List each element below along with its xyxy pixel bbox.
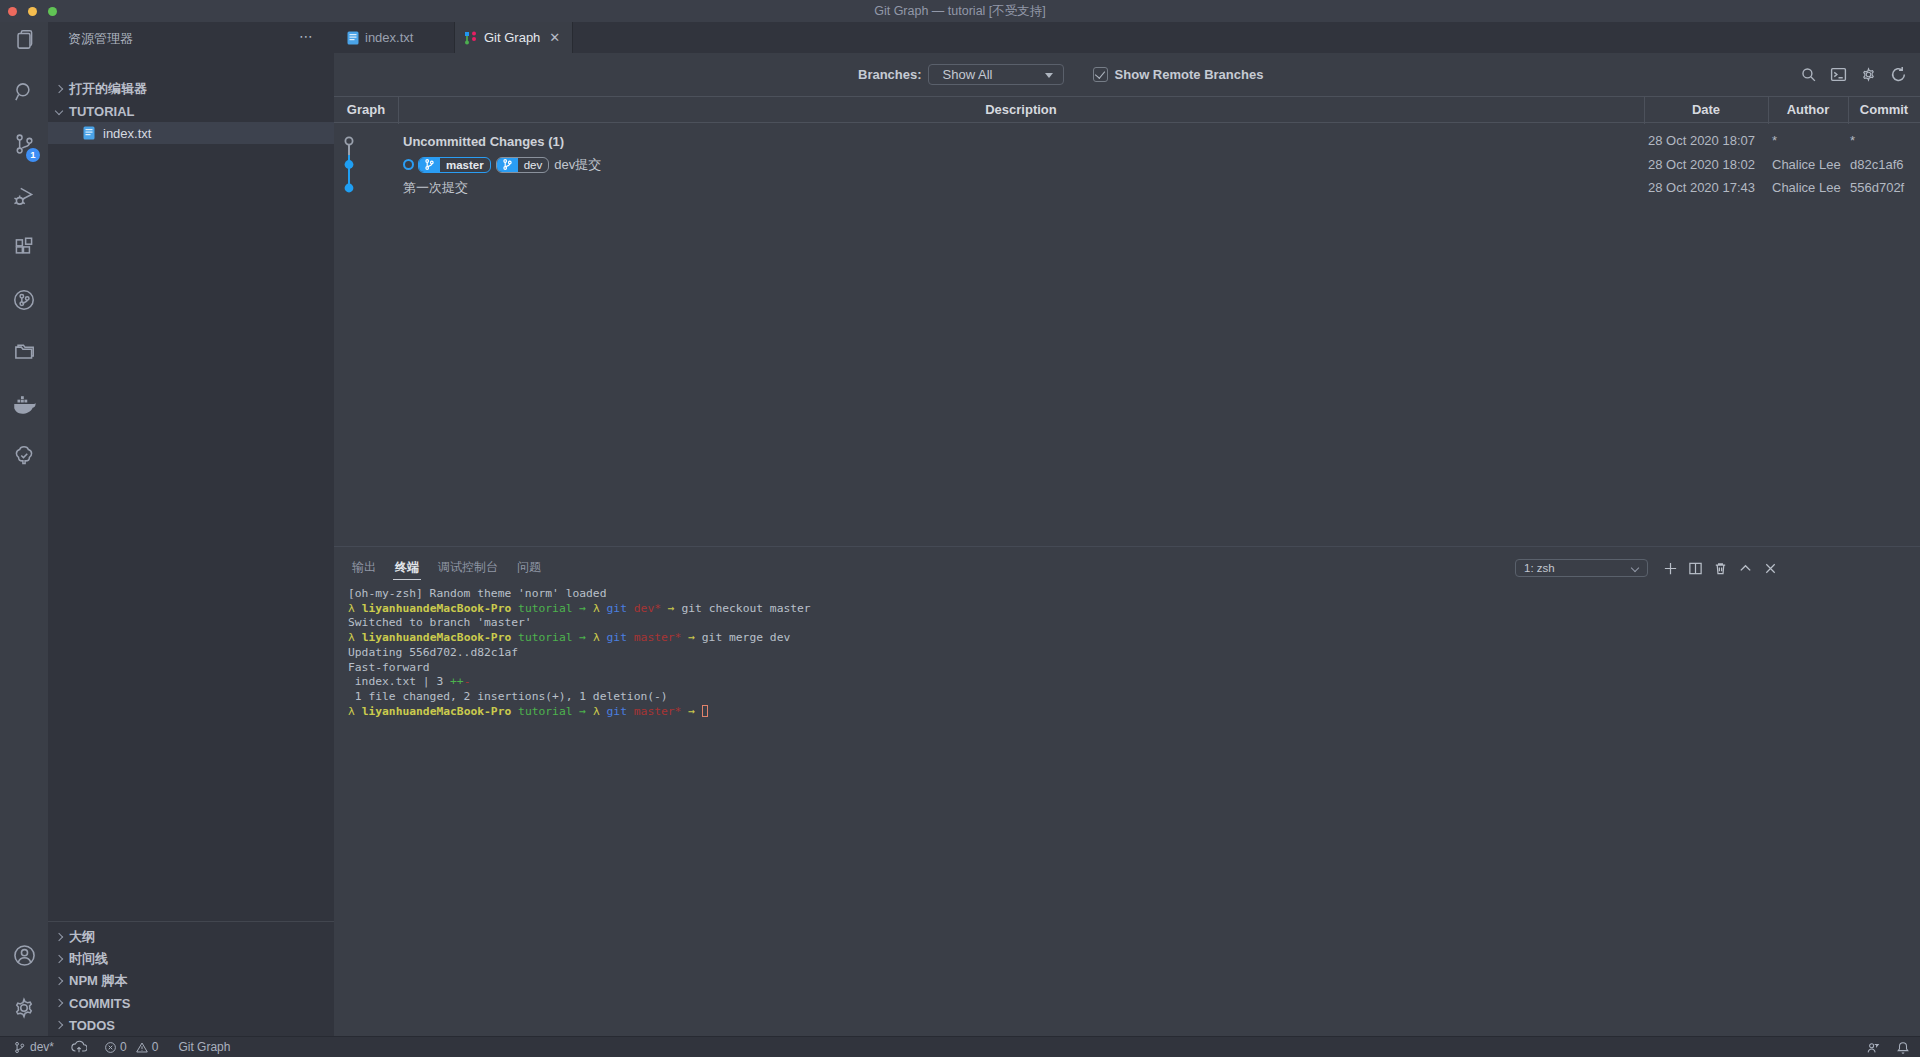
terminal-line: λ liyanhuandeMacBook-Pro tutorial → λ gi… bbox=[348, 631, 811, 646]
terminal-icon[interactable] bbox=[1830, 66, 1847, 83]
folders-icon[interactable] bbox=[0, 334, 48, 370]
more-actions-icon[interactable]: ⋯ bbox=[299, 22, 314, 53]
new-terminal-icon[interactable] bbox=[1663, 561, 1678, 576]
problems-status[interactable]: 0 0 bbox=[104, 1040, 158, 1054]
maximize-panel-icon[interactable] bbox=[1738, 561, 1753, 576]
kill-terminal-icon[interactable] bbox=[1713, 561, 1728, 576]
terminal-line: index.txt | 3 ++- bbox=[348, 675, 811, 690]
column-commit[interactable]: Commit bbox=[1848, 97, 1920, 124]
git-branch-icon bbox=[13, 1041, 26, 1054]
terminal-picker[interactable]: 1: zsh bbox=[1515, 559, 1648, 577]
tab-output[interactable]: 输出 bbox=[352, 549, 376, 585]
section-timeline[interactable]: 时间线 bbox=[48, 948, 334, 970]
terminal-line: λ liyanhuandeMacBook-Pro tutorial → λ gi… bbox=[348, 705, 811, 720]
column-date[interactable]: Date bbox=[1644, 97, 1768, 124]
close-panel-icon[interactable] bbox=[1763, 561, 1778, 576]
sidebar-bottom-sections bbox=[48, 921, 334, 922]
row-first-commit[interactable]: 第一次提交 28 Oct 2020 17:43 Chalice Lee 556d… bbox=[334, 176, 1920, 200]
split-terminal-icon[interactable] bbox=[1688, 561, 1703, 576]
feedback-icon[interactable] bbox=[1865, 1041, 1880, 1055]
branch-icon bbox=[497, 157, 518, 173]
terminal-line: Fast-forward bbox=[348, 661, 811, 676]
activity-bar: 1 bbox=[0, 22, 48, 1036]
git-graph-table-header: Graph Description Date Author Commit bbox=[334, 96, 1920, 123]
window-title: Git Graph — tutorial [不受支持] bbox=[0, 0, 1920, 22]
section-commits[interactable]: COMMITS bbox=[48, 992, 334, 1014]
source-control-icon[interactable]: 1 bbox=[0, 126, 48, 162]
git-graph-actions bbox=[1800, 53, 1907, 96]
explorer-icon[interactable] bbox=[0, 22, 48, 58]
editor-area: index.txt Git Graph ✕ Branches: Show All… bbox=[334, 22, 1920, 1036]
row-uncommitted[interactable]: Uncommitted Changes (1) 28 Oct 2020 18:0… bbox=[334, 129, 1920, 153]
bottom-panel: 输出 终端 调试控制台 问题 1: zsh [oh-my-zsh] Random… bbox=[334, 546, 1920, 1036]
panel-tabs: 输出 终端 调试控制台 问题 bbox=[352, 549, 560, 585]
tab-terminal[interactable]: 终端 bbox=[395, 549, 419, 585]
tab-bar: index.txt Git Graph ✕ bbox=[334, 22, 1920, 53]
tab-problems[interactable]: 问题 bbox=[517, 549, 541, 585]
terminal-line: Updating 556d702..d82c1af bbox=[348, 646, 811, 661]
sidebar-title: 资源管理器 bbox=[68, 31, 133, 46]
row-dev-commit[interactable]: master dev dev提交 28 Oct 2020 18:02 Chali… bbox=[334, 153, 1920, 177]
branch-chip-master[interactable]: master bbox=[418, 157, 491, 173]
section-outline[interactable]: 大纲 bbox=[48, 926, 334, 948]
column-description[interactable]: Description bbox=[398, 97, 1644, 124]
folder-tutorial[interactable]: TUTORIAL bbox=[48, 100, 334, 122]
file-icon bbox=[83, 126, 95, 140]
terminal-line: Switched to branch 'master' bbox=[348, 616, 811, 631]
git-history-icon[interactable] bbox=[0, 282, 48, 318]
settings-gear-icon[interactable] bbox=[0, 990, 48, 1026]
refresh-icon[interactable] bbox=[1890, 66, 1907, 83]
close-tab-icon[interactable]: ✕ bbox=[549, 30, 560, 45]
tab-index-txt[interactable]: index.txt bbox=[334, 22, 455, 53]
file-icon bbox=[347, 31, 359, 45]
todo-tree-icon[interactable] bbox=[0, 438, 48, 474]
git-graph-status[interactable]: Git Graph bbox=[178, 1040, 230, 1054]
explorer-sidebar: 资源管理器 ⋯ 打开的编辑器 TUTORIAL index.txt 大纲 时间线… bbox=[48, 22, 334, 1036]
find-commit-icon[interactable] bbox=[1800, 66, 1817, 83]
tab-debug-console[interactable]: 调试控制台 bbox=[438, 549, 498, 585]
scm-badge: 1 bbox=[26, 148, 40, 162]
show-remote-label: Show Remote Branches bbox=[1115, 67, 1264, 82]
chevron-down-icon bbox=[55, 107, 63, 115]
account-icon[interactable] bbox=[0, 937, 48, 973]
branch-status[interactable]: dev* bbox=[13, 1040, 54, 1054]
chevron-right-icon bbox=[55, 85, 63, 93]
sidebar-header: 资源管理器 ⋯ bbox=[48, 22, 334, 53]
file-index-txt[interactable]: index.txt bbox=[48, 122, 334, 144]
branches-dropdown[interactable]: Show All bbox=[928, 64, 1064, 85]
terminal-line: [oh-my-zsh] Random theme 'norm' loaded bbox=[348, 587, 811, 602]
warnings-icon bbox=[135, 1041, 149, 1054]
dropdown-arrow-icon bbox=[1045, 73, 1053, 78]
git-graph-icon bbox=[463, 30, 478, 45]
errors-icon bbox=[104, 1041, 117, 1054]
docker-icon[interactable] bbox=[0, 386, 48, 422]
extensions-icon[interactable] bbox=[0, 230, 48, 266]
search-icon[interactable] bbox=[0, 74, 48, 110]
branch-icon bbox=[419, 157, 440, 173]
section-todos[interactable]: TODOS bbox=[48, 1014, 334, 1036]
status-bar: dev* 0 0 Git Graph bbox=[0, 1036, 1920, 1057]
run-debug-icon[interactable] bbox=[0, 178, 48, 214]
chevron-down-icon bbox=[1631, 564, 1639, 572]
settings-icon[interactable] bbox=[1860, 66, 1877, 83]
notifications-bell-icon[interactable] bbox=[1896, 1041, 1910, 1055]
git-graph-toolbar: Branches: Show All Show Remote Branches bbox=[858, 53, 1263, 96]
terminal-actions bbox=[1663, 550, 1778, 586]
column-author[interactable]: Author bbox=[1768, 97, 1848, 124]
checked-out-ring bbox=[403, 159, 414, 170]
sync-status[interactable] bbox=[71, 1040, 87, 1054]
column-graph[interactable]: Graph bbox=[334, 97, 398, 124]
terminal-cursor bbox=[702, 705, 708, 717]
publish-icon bbox=[71, 1040, 87, 1054]
terminal-line: 1 file changed, 2 insertions(+), 1 delet… bbox=[348, 690, 811, 705]
section-npm-scripts[interactable]: NPM 脚本 bbox=[48, 970, 334, 992]
show-remote-checkbox[interactable] bbox=[1093, 67, 1108, 82]
branch-chip-dev[interactable]: dev bbox=[496, 157, 550, 173]
tab-git-graph[interactable]: Git Graph ✕ bbox=[455, 22, 573, 53]
terminal-content[interactable]: [oh-my-zsh] Random theme 'norm' loadedλ … bbox=[348, 587, 811, 719]
title-bar: Git Graph — tutorial [不受支持] bbox=[0, 0, 1920, 22]
branches-label: Branches: bbox=[858, 67, 922, 82]
terminal-line: λ liyanhuandeMacBook-Pro tutorial → λ gi… bbox=[348, 602, 811, 617]
open-editors-section[interactable]: 打开的编辑器 bbox=[48, 78, 334, 100]
